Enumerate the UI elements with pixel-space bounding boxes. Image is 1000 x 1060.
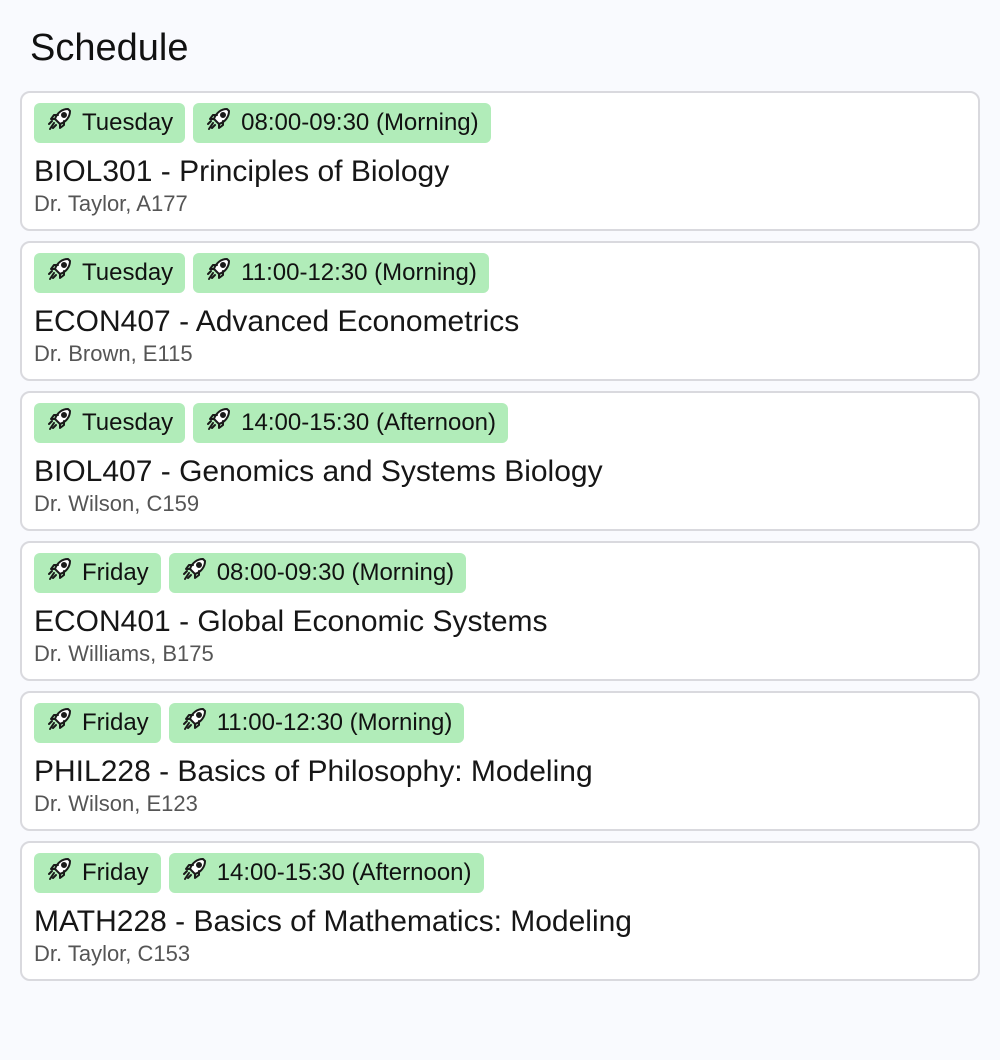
rocket-icon [46, 405, 74, 433]
time-label: 08:00-09:30 (Morning) [241, 109, 479, 136]
day-badge: Tuesday [34, 403, 186, 443]
day-label: Friday [82, 559, 149, 586]
badge-row: Tuesday 11:00-12:30 (Morning) [34, 253, 966, 293]
day-label: Tuesday [82, 409, 174, 436]
course-title: BIOL407 - Genomics and Systems Biology [34, 455, 603, 488]
rocket-icon [181, 855, 209, 883]
day-badge: Friday [34, 553, 161, 593]
course-title: PHIL228 - Basics of Philosophy: Modeling [34, 755, 593, 788]
course-title: MATH228 - Basics of Mathematics: Modelin… [34, 905, 632, 938]
schedule-page: Schedule Tuesday 08:00-09:30 (Morning) B… [0, 0, 1000, 981]
time-badge: 08:00-09:30 (Morning) [168, 553, 467, 593]
schedule-list: Tuesday 08:00-09:30 (Morning) BIOL301 - … [20, 91, 980, 981]
page-title: Schedule [30, 27, 189, 69]
class-card[interactable]: Tuesday 14:00-15:30 (Afternoon) BIOL407 … [20, 391, 980, 531]
instructor-room: Dr. Taylor, C153 [34, 941, 191, 966]
instructor-room: Dr. Wilson, E123 [34, 791, 198, 816]
instructor-room: Dr. Brown, E115 [34, 341, 193, 366]
rocket-icon [181, 555, 209, 583]
class-card[interactable]: Friday 11:00-12:30 (Morning) PHIL228 - B… [20, 691, 980, 831]
time-label: 11:00-12:30 (Morning) [241, 259, 477, 286]
class-card[interactable]: Tuesday 08:00-09:30 (Morning) BIOL301 - … [20, 91, 980, 231]
rocket-icon [205, 255, 233, 283]
day-label: Friday [82, 859, 149, 886]
time-label: 08:00-09:30 (Morning) [216, 559, 455, 586]
time-label: 11:00-12:30 (Morning) [216, 709, 453, 736]
course-title: BIOL301 - Principles of Biology [34, 155, 450, 188]
day-badge: Friday [34, 703, 161, 743]
rocket-icon [205, 105, 233, 133]
day-badge: Friday [34, 853, 161, 893]
instructor-room: Dr. Williams, B175 [34, 641, 214, 666]
time-badge: 08:00-09:30 (Morning) [193, 103, 491, 143]
rocket-icon [181, 705, 209, 733]
badge-row: Friday 11:00-12:30 (Morning) [34, 703, 966, 743]
day-badge: Tuesday [34, 253, 186, 293]
rocket-icon [46, 255, 74, 283]
day-badge: Tuesday [34, 103, 186, 143]
badge-row: Tuesday 14:00-15:30 (Afternoon) [34, 403, 966, 443]
time-badge: 14:00-15:30 (Afternoon) [168, 853, 484, 893]
time-badge: 14:00-15:30 (Afternoon) [193, 403, 509, 443]
rocket-icon [46, 855, 74, 883]
instructor-room: Dr. Wilson, C159 [34, 491, 200, 516]
rocket-icon [46, 555, 74, 583]
time-label: 14:00-15:30 (Afternoon) [241, 409, 497, 436]
badge-row: Friday 08:00-09:30 (Morning) [34, 553, 966, 593]
class-card[interactable]: Friday 08:00-09:30 (Morning) ECON401 - G… [20, 541, 980, 681]
time-badge: 11:00-12:30 (Morning) [193, 253, 489, 293]
rocket-icon [46, 105, 74, 133]
rocket-icon [205, 405, 233, 433]
class-card[interactable]: Tuesday 11:00-12:30 (Morning) ECON407 - … [20, 241, 980, 381]
instructor-room: Dr. Taylor, A177 [34, 191, 188, 216]
day-label: Friday [82, 709, 149, 736]
day-label: Tuesday [82, 259, 174, 286]
day-label: Tuesday [82, 109, 174, 136]
class-card[interactable]: Friday 14:00-15:30 (Afternoon) MATH228 -… [20, 841, 980, 981]
course-title: ECON401 - Global Economic Systems [34, 605, 548, 638]
badge-row: Tuesday 08:00-09:30 (Morning) [34, 103, 966, 143]
badge-row: Friday 14:00-15:30 (Afternoon) [34, 853, 966, 893]
time-label: 14:00-15:30 (Afternoon) [216, 859, 472, 886]
rocket-icon [46, 705, 74, 733]
course-title: ECON407 - Advanced Econometrics [34, 305, 520, 338]
time-badge: 11:00-12:30 (Morning) [168, 703, 465, 743]
